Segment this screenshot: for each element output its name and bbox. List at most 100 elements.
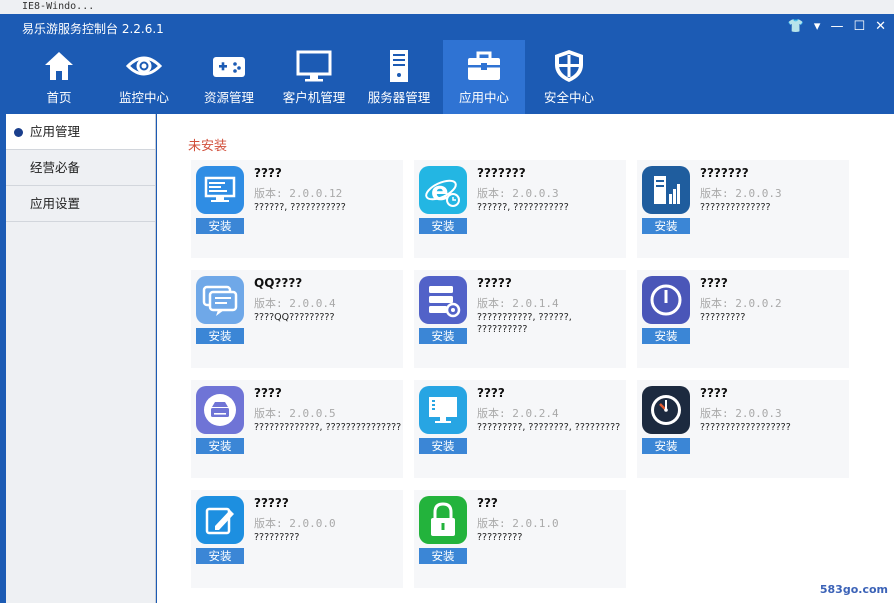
app-version: 版本: 2.0.0.4 bbox=[254, 297, 336, 310]
install-button[interactable]: 安装 bbox=[196, 328, 244, 344]
power-icon bbox=[642, 276, 690, 324]
server-settings-icon bbox=[419, 276, 467, 324]
app-description: ????????? bbox=[477, 532, 523, 543]
app-name: ??????? bbox=[477, 166, 526, 180]
nav-server-management[interactable]: 服务器管理 bbox=[358, 40, 440, 114]
app-version: 版本: 2.0.1.0 bbox=[477, 517, 559, 530]
sidebar-item-app-management[interactable]: 应用管理 bbox=[6, 114, 155, 150]
install-button[interactable]: 安装 bbox=[642, 328, 690, 344]
nav-client-management[interactable]: 客户机管理 bbox=[273, 40, 355, 114]
nav-app-center[interactable]: 应用中心 bbox=[443, 40, 525, 114]
ie-browser-icon: e bbox=[419, 166, 467, 214]
edit-icon bbox=[196, 496, 244, 544]
app-name: ??????? bbox=[700, 166, 749, 180]
app-name: ????? bbox=[477, 276, 512, 290]
app-card: 安装 ???? 版本: 2.0.2.4 ?????????, ????????,… bbox=[414, 380, 626, 478]
desktop-icon bbox=[196, 166, 244, 214]
install-button[interactable]: 安装 bbox=[642, 218, 690, 234]
menu-dropdown-icon[interactable]: ▾ bbox=[814, 18, 821, 36]
toolbox-icon bbox=[468, 51, 500, 80]
shield-icon bbox=[555, 50, 583, 82]
main-content: 未安装 安装 ???? 版本: 2.0.0.12 ??????, ???????… bbox=[157, 114, 894, 603]
nav-resource-management[interactable]: 资源管理 bbox=[188, 40, 270, 114]
install-button[interactable]: 安装 bbox=[419, 328, 467, 344]
app-description: ???????????, ??????, ?????????? bbox=[477, 312, 572, 335]
app-name: ???? bbox=[700, 276, 728, 290]
nav-label: 服务器管理 bbox=[367, 90, 431, 105]
install-button[interactable]: 安装 bbox=[419, 548, 467, 564]
maximize-button[interactable]: ☐ bbox=[853, 18, 865, 36]
app-description: ?????????, ????????, ????????? bbox=[477, 422, 621, 433]
chat-icon bbox=[196, 276, 244, 324]
install-button[interactable]: 安装 bbox=[196, 438, 244, 454]
close-button[interactable]: ✕ bbox=[875, 18, 886, 36]
server-chart-icon bbox=[642, 166, 690, 214]
nav-security-center[interactable]: 安全中心 bbox=[528, 40, 610, 114]
install-button[interactable]: 安装 bbox=[642, 438, 690, 454]
app-name: ???? bbox=[477, 386, 505, 400]
app-description: ??????, ??????????? bbox=[477, 202, 569, 213]
app-version: 版本: 2.0.0.0 bbox=[254, 517, 336, 530]
sidebar-item-business-essentials[interactable]: 经营必备 bbox=[6, 150, 155, 186]
app-card: 安装 ????? 版本: 2.0.0.0 ????????? bbox=[191, 490, 403, 588]
gamepad-icon bbox=[213, 57, 245, 77]
app-card: 安装 QQ???? 版本: 2.0.0.4 ????QQ????????? bbox=[191, 270, 403, 368]
app-version: 版本: 2.0.0.2 bbox=[700, 297, 782, 310]
sidebar-item-label: 应用管理 bbox=[30, 124, 81, 139]
server-icon bbox=[390, 50, 408, 82]
watermark: 583go.com bbox=[819, 583, 888, 596]
app-name: ??? bbox=[477, 496, 498, 510]
app-card: e 安装 ??????? 版本: 2.0.0.3 ??????, ???????… bbox=[414, 160, 626, 258]
app-version: 版本: 2.0.0.12 bbox=[254, 187, 343, 200]
app-title: 易乐游服务控制台 2.2.6.1 bbox=[22, 22, 164, 36]
nav-label: 资源管理 bbox=[203, 90, 254, 105]
app-version: 版本: 2.0.2.4 bbox=[477, 407, 559, 420]
section-title: 未安装 bbox=[188, 139, 228, 154]
sidebar-item-app-settings[interactable]: 应用设置 bbox=[6, 186, 155, 222]
eye-icon bbox=[126, 56, 162, 76]
main-nav: 首页 监控中心 资源管理 客户机管理 服务器管理 应用中心 安全中心 bbox=[0, 40, 894, 114]
app-description: ?????????????, ??????????????? bbox=[254, 422, 402, 433]
app-description: ?????????????????? bbox=[700, 422, 791, 433]
screen-icon bbox=[419, 386, 467, 434]
window-controls: 👕 ▾ — ☐ ✕ bbox=[788, 18, 886, 36]
monitor-icon bbox=[296, 50, 332, 82]
install-button[interactable]: 安装 bbox=[196, 548, 244, 564]
app-name: ???? bbox=[254, 166, 282, 180]
nav-label: 客户机管理 bbox=[282, 90, 346, 105]
active-dot-icon bbox=[14, 128, 23, 137]
app-description: ??????, ??????????? bbox=[254, 202, 346, 213]
app-version: 版本: 2.0.1.4 bbox=[477, 297, 559, 310]
nav-label: 首页 bbox=[46, 90, 72, 105]
lock-icon bbox=[419, 496, 467, 544]
skin-icon[interactable]: 👕 bbox=[788, 18, 804, 36]
app-card: 安装 ???? 版本: 2.0.0.3 ?????????????????? bbox=[637, 380, 849, 478]
nav-monitor-center[interactable]: 监控中心 bbox=[103, 40, 185, 114]
title-bar: 易乐游服务控制台 2.2.6.1 👕 ▾ — ☐ ✕ bbox=[0, 14, 894, 40]
nav-label: 安全中心 bbox=[543, 90, 594, 105]
clock-icon bbox=[642, 386, 690, 434]
window-strip: IE8-Windo... bbox=[0, 0, 894, 14]
nav-home[interactable]: 首页 bbox=[18, 40, 100, 114]
home-icon bbox=[45, 52, 73, 80]
app-name: ???? bbox=[254, 386, 282, 400]
app-version: 版本: 2.0.0.3 bbox=[700, 187, 782, 200]
app-description: ????????? bbox=[700, 312, 746, 323]
nav-label: 应用中心 bbox=[458, 90, 509, 105]
app-name: ???? bbox=[700, 386, 728, 400]
install-button[interactable]: 安装 bbox=[196, 218, 244, 234]
app-card: 安装 ???? 版本: 2.0.0.12 ??????, ??????????? bbox=[191, 160, 403, 258]
sidebar-item-label: 经营必备 bbox=[30, 160, 81, 175]
install-button[interactable]: 安装 bbox=[419, 218, 467, 234]
nav-label: 监控中心 bbox=[118, 90, 169, 105]
app-card: 安装 ??? 版本: 2.0.1.0 ????????? bbox=[414, 490, 626, 588]
app-version: 版本: 2.0.0.5 bbox=[254, 407, 336, 420]
minimize-button[interactable]: — bbox=[830, 18, 843, 36]
sidebar-item-label: 应用设置 bbox=[30, 196, 81, 211]
app-card: 安装 ????? 版本: 2.0.1.4 ???????????, ??????… bbox=[414, 270, 626, 368]
app-description: ????????? bbox=[254, 532, 300, 543]
install-button[interactable]: 安装 bbox=[419, 438, 467, 454]
app-version: 版本: 2.0.0.3 bbox=[700, 407, 782, 420]
app-card: 安装 ???? 版本: 2.0.0.2 ????????? bbox=[637, 270, 849, 368]
app-version: 版本: 2.0.0.3 bbox=[477, 187, 559, 200]
